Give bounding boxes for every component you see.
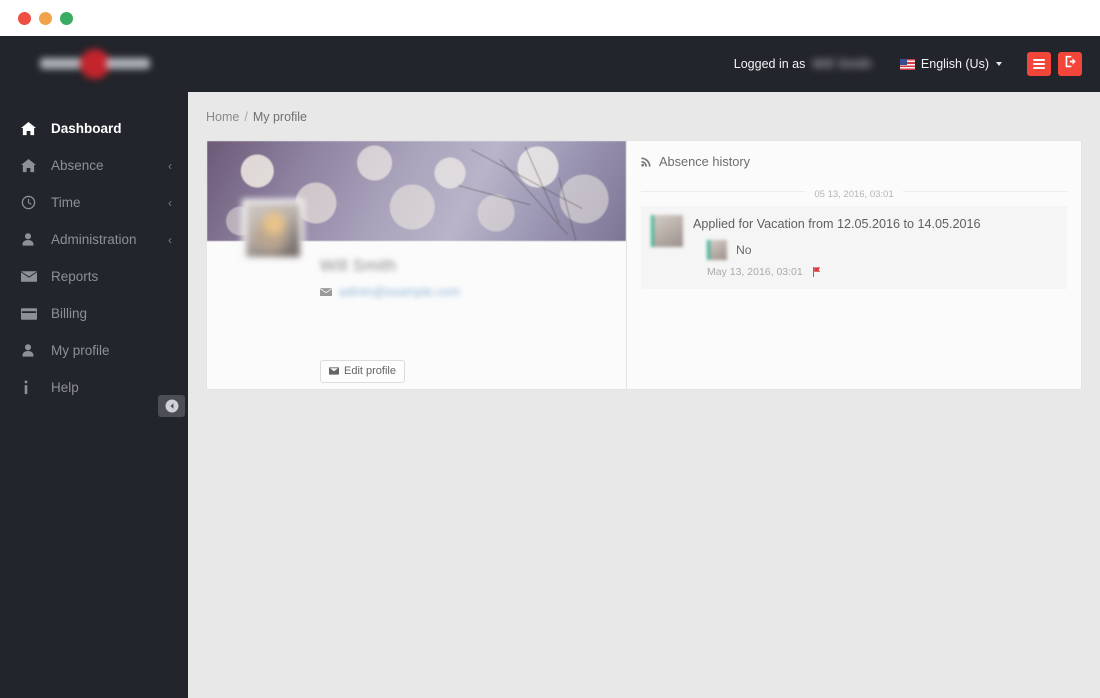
breadcrumb-current: My profile [252, 110, 308, 124]
profile-row: Will Smith admin@example.com Edit profil… [206, 140, 1082, 390]
logo-shape-right [106, 58, 150, 69]
edit-profile-label: Edit profile [344, 364, 396, 377]
absence-history-header: Absence history [641, 154, 1067, 169]
sidebar-item-my-profile[interactable]: My profile [0, 332, 188, 369]
sidebar-item-time[interactable]: Time ‹ [0, 184, 188, 221]
edit-profile-row: Edit profile [320, 359, 405, 383]
us-flag-icon [899, 58, 915, 70]
absence-entry-reply: No [693, 240, 1057, 261]
window-maximize-button[interactable] [60, 11, 73, 25]
date-divider: 05 13, 2016, 03:01 [641, 184, 1067, 200]
absence-entry-timestamp: May 13, 2016, 03:01 [707, 266, 803, 279]
window-close-button[interactable] [18, 11, 31, 25]
absence-history-title: Absence history [659, 154, 751, 169]
menu-toggle-button[interactable] [1027, 52, 1051, 76]
sidebar-item-label: Reports [51, 269, 99, 284]
sidebar-item-label: Dashboard [51, 121, 122, 136]
profile-email[interactable]: admin@example.com [339, 285, 460, 299]
window-minimize-button[interactable] [39, 11, 52, 25]
envelope-icon [21, 270, 40, 283]
logout-icon [1064, 55, 1077, 73]
avatar[interactable] [242, 199, 304, 261]
absence-entry-body: Applied for Vacation from 12.05.2016 to … [693, 215, 1057, 278]
sidebar-item-administration[interactable]: Administration ‹ [0, 221, 188, 258]
sidebar-item-absence[interactable]: Absence ‹ [0, 147, 188, 184]
chevron-down-icon [996, 62, 1002, 66]
red-flag-icon[interactable] [812, 267, 821, 278]
home-icon [21, 121, 40, 136]
absence-history-card: Absence history 05 13, 2016, 03:01 Appli… [626, 140, 1082, 390]
application-root: Logged in as Will Smith English (Us) Das… [0, 36, 1100, 698]
sidebar-item-arrow: ‹ [168, 232, 172, 247]
clock-icon [21, 195, 40, 210]
avatar [651, 215, 683, 247]
main-content: Home / My profile Will Smith admin@examp… [188, 92, 1100, 698]
credit-card-icon [21, 307, 40, 320]
date-divider-label: 05 13, 2016, 03:01 [805, 189, 903, 200]
profile-body: Will Smith admin@example.com Edit profil… [207, 199, 626, 389]
sidebar-menu: Dashboard Absence ‹ Time ‹ Administratio… [0, 110, 188, 406]
sidebar-item-billing[interactable]: Billing [0, 295, 188, 332]
language-selector[interactable]: English (Us) [899, 57, 1002, 71]
window-titlebar [0, 0, 1100, 36]
edit-icon [329, 367, 339, 376]
sidebar-item-dashboard[interactable]: Dashboard [0, 110, 188, 147]
browser-window: Logged in as Will Smith English (Us) Das… [0, 0, 1100, 698]
absence-reply-text: No [736, 243, 752, 258]
sidebar-item-label: Administration [51, 232, 137, 247]
navbar-right-group: Logged in as Will Smith English (Us) [734, 36, 1100, 92]
rss-icon [641, 156, 652, 167]
user-icon [21, 232, 40, 247]
profile-card: Will Smith admin@example.com Edit profil… [206, 140, 626, 390]
top-navbar: Logged in as Will Smith English (Us) [0, 36, 1100, 92]
absence-entry-footer: May 13, 2016, 03:01 [693, 266, 1057, 278]
sidebar-item-arrow: ‹ [168, 195, 172, 210]
absence-entry[interactable]: Applied for Vacation from 12.05.2016 to … [641, 206, 1067, 290]
breadcrumb: Home / My profile [188, 92, 1100, 124]
breadcrumb-separator: / [244, 110, 248, 124]
logo[interactable] [0, 36, 188, 92]
sidebar-item-arrow: ‹ [168, 158, 172, 173]
logged-in-label: Logged in as [733, 57, 806, 71]
logout-button[interactable] [1058, 52, 1082, 76]
language-label: English (Us) [920, 57, 989, 71]
avatar [707, 240, 727, 261]
profile-email-row: admin@example.com [320, 285, 626, 299]
envelope-icon [320, 287, 332, 297]
logged-in-username: Will Smith [812, 57, 872, 71]
sidebar-item-label: Absence [51, 158, 104, 173]
sidebar-item-label: Help [51, 380, 79, 395]
logged-in-status: Logged in as Will Smith [734, 57, 872, 71]
sidebar-item-reports[interactable]: Reports [0, 258, 188, 295]
absence-entry-text: Applied for Vacation from 12.05.2016 to … [693, 217, 981, 231]
menu-icon [1033, 59, 1045, 69]
user-icon [21, 343, 40, 358]
sidebar-collapse-toggle[interactable] [158, 395, 185, 417]
sidebar-item-label: Billing [51, 306, 88, 321]
home-icon [21, 158, 40, 173]
info-icon [21, 380, 40, 395]
breadcrumb-home[interactable]: Home [206, 110, 239, 124]
sidebar-item-label: My profile [51, 343, 110, 358]
edit-profile-button[interactable]: Edit profile [320, 359, 405, 383]
profile-name: Will Smith [320, 257, 397, 275]
sidebar-item-label: Time [51, 195, 81, 210]
collapse-left-icon [165, 399, 179, 413]
